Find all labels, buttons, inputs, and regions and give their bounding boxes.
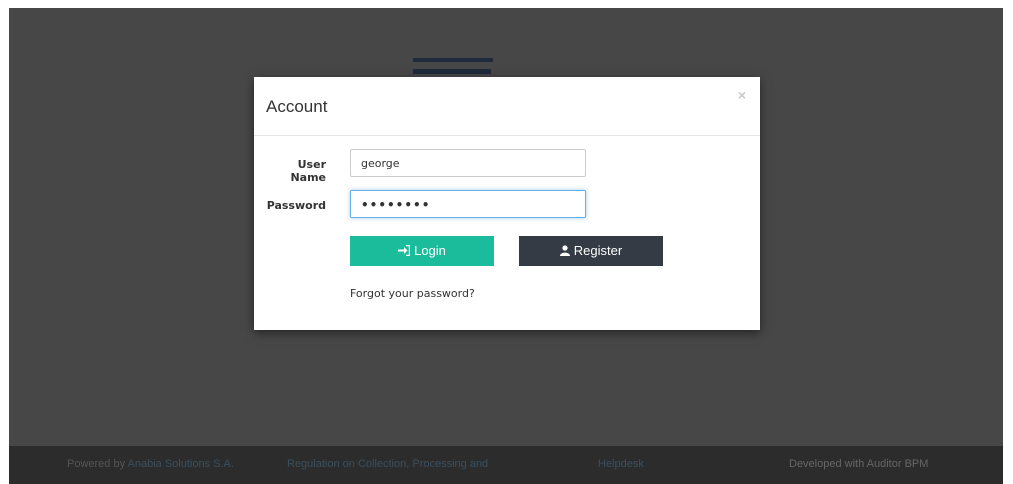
forgot-password-link[interactable]: Forgot your password? — [350, 287, 475, 300]
login-label: Login — [414, 243, 446, 258]
powered-by-link[interactable]: Anabia Solutions S.A. — [128, 458, 234, 470]
modal-title: Account — [266, 97, 328, 116]
register-label: Register — [573, 243, 623, 258]
close-icon[interactable]: × — [738, 87, 746, 103]
modal-header: Account × — [254, 77, 760, 136]
password-input[interactable]: •••••••• — [350, 190, 586, 218]
developed-with-text: Developed with Auditor BPM — [789, 458, 929, 470]
sign-in-icon — [398, 244, 411, 257]
account-modal: Account × User Name george Password ••••… — [254, 77, 760, 330]
register-button[interactable]: Register — [519, 236, 663, 266]
powered-by-text: Powered by Anabia Solutions S.A. — [67, 458, 234, 470]
helpdesk-link[interactable]: Helpdesk — [598, 458, 644, 470]
username-label: User Name — [290, 158, 326, 184]
login-button[interactable]: Login — [350, 236, 494, 266]
username-input[interactable]: george — [350, 149, 586, 177]
password-label: Password — [266, 199, 326, 212]
user-icon — [559, 245, 570, 256]
page-footer: Powered by Anabia Solutions S.A. Regulat… — [9, 446, 1003, 484]
regulation-link[interactable]: Regulation on Collection, Processing and — [287, 458, 488, 470]
